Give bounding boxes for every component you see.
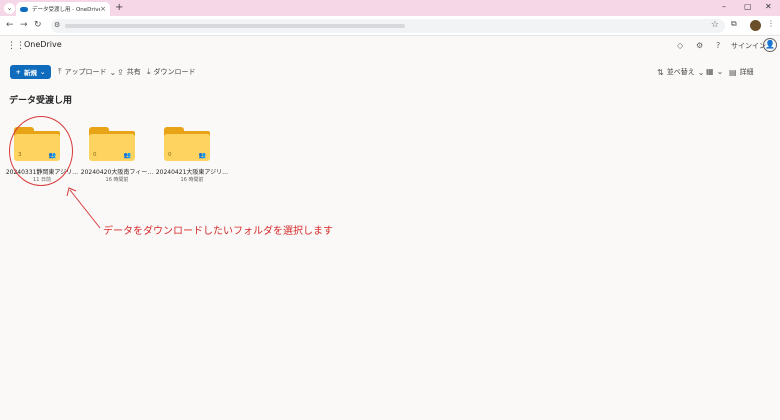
grid-view-icon: ▦ (706, 67, 714, 76)
share-button[interactable]: ⇪ 共有 (117, 67, 141, 77)
folder-tile[interactable]: 0 👥 20240420大阪南フィー… 16 時間前 (79, 125, 155, 185)
tab-search-icon[interactable]: ⌄ (4, 3, 15, 14)
folder-icon[interactable]: 0 👥 (164, 127, 210, 161)
share-icon: ⇪ (117, 67, 124, 77)
site-info-icon[interactable]: ⚙ (54, 21, 60, 29)
download-icon: ⤓ (147, 67, 151, 76)
folder-modified: 16 時間前 (105, 177, 129, 183)
download-button[interactable]: ⤓ ダウンロード (147, 67, 196, 77)
browser-toolbar: ← → ↻ ⚙ ☆ ⧉ ⋮ (0, 16, 780, 36)
new-button-label: 新規 (24, 69, 37, 77)
command-bar: + 新規 ⌄ ⤒ アップロード ⌄ ⇪ 共有 ⤓ ダウンロード ⇅ 並べ替え ⌄… (0, 62, 780, 82)
profile-avatar[interactable] (750, 20, 761, 31)
details-pane-icon: ▤ (729, 67, 737, 77)
minimize-button[interactable]: – (722, 2, 726, 11)
help-icon[interactable]: ? (716, 41, 720, 50)
onedrive-header: ⋮⋮ OneDrive ◇ ⚙ ? サインイン 👤 (0, 36, 780, 56)
folder-item-count: 0 (93, 152, 97, 158)
shared-people-icon: 👥 (123, 152, 131, 159)
highlight-circle (9, 116, 73, 186)
tab-title: データ受渡し用 - OneDrive (32, 7, 101, 13)
premium-diamond-icon[interactable]: ◇ (677, 41, 683, 50)
new-tab-button[interactable]: + (115, 2, 123, 13)
upload-label: アップロード (64, 68, 107, 76)
upload-button[interactable]: ⤒ アップロード ⌄ (58, 67, 116, 77)
view-switcher-button[interactable]: ▦ ⌄ (706, 67, 723, 76)
forward-arrow-icon[interactable]: → (20, 20, 28, 30)
browser-tab-strip: ⌄ データ受渡し用 - OneDrive × + – ▢ ✕ (0, 0, 780, 16)
app-launcher-icon[interactable]: ⋮⋮ (7, 41, 25, 51)
back-arrow-icon[interactable]: ← (6, 20, 14, 30)
brand-title[interactable]: OneDrive (24, 40, 62, 49)
folder-name[interactable]: 20240421大阪東アジリ… (154, 167, 230, 176)
download-label: ダウンロード (153, 68, 196, 76)
plus-icon: + (15, 68, 21, 76)
chevron-down-icon: ⌄ (716, 67, 724, 76)
chevron-down-icon: ⌄ (40, 68, 46, 76)
details-label: 詳細 (739, 68, 754, 76)
sort-icon: ⇅ (657, 67, 664, 77)
folder-name[interactable]: 20240420大阪南フィー… (79, 167, 155, 176)
chevron-down-icon: ⌄ (697, 67, 705, 77)
shared-people-icon: 👥 (198, 152, 206, 159)
folder-tile[interactable]: 0 👥 20240421大阪東アジリ… 16 時間前 (154, 125, 230, 185)
page-title: データ受渡し用 (9, 96, 73, 106)
browser-menu-icon[interactable]: ⋮ (767, 19, 775, 28)
folder-icon[interactable]: 0 👥 (89, 127, 135, 161)
new-button[interactable]: + 新規 ⌄ (10, 65, 51, 79)
reload-icon[interactable]: ↻ (34, 20, 42, 30)
onedrive-cloud-icon (20, 6, 28, 12)
share-label: 共有 (126, 68, 141, 76)
browser-tab[interactable]: データ受渡し用 - OneDrive × (16, 2, 110, 16)
close-window-button[interactable]: ✕ (765, 2, 772, 11)
extensions-icon[interactable]: ⧉ (731, 19, 737, 29)
bookmark-star-icon[interactable]: ☆ (711, 20, 719, 30)
signin-link[interactable]: サインイン (731, 41, 766, 51)
folder-modified: 16 時間前 (180, 177, 204, 183)
sort-button[interactable]: ⇅ 並べ替え ⌄ (657, 67, 704, 77)
user-avatar-icon[interactable]: 👤 (763, 38, 777, 52)
settings-gear-icon[interactable]: ⚙ (696, 41, 703, 50)
redacted-url (65, 24, 405, 28)
sort-label: 並べ替え (666, 68, 695, 76)
chevron-down-icon: ⌄ (109, 67, 117, 77)
upload-arrow-icon: ⤒ (58, 67, 62, 76)
maximize-button[interactable]: ▢ (744, 2, 752, 11)
tab-close-icon[interactable]: × (100, 5, 106, 13)
address-bar[interactable]: ⚙ ☆ (51, 19, 725, 33)
annotation-text: データをダウンロードしたいフォルダを選択します (103, 226, 333, 237)
folder-item-count: 0 (168, 152, 172, 158)
details-button[interactable]: ▤ 詳細 (729, 67, 754, 77)
